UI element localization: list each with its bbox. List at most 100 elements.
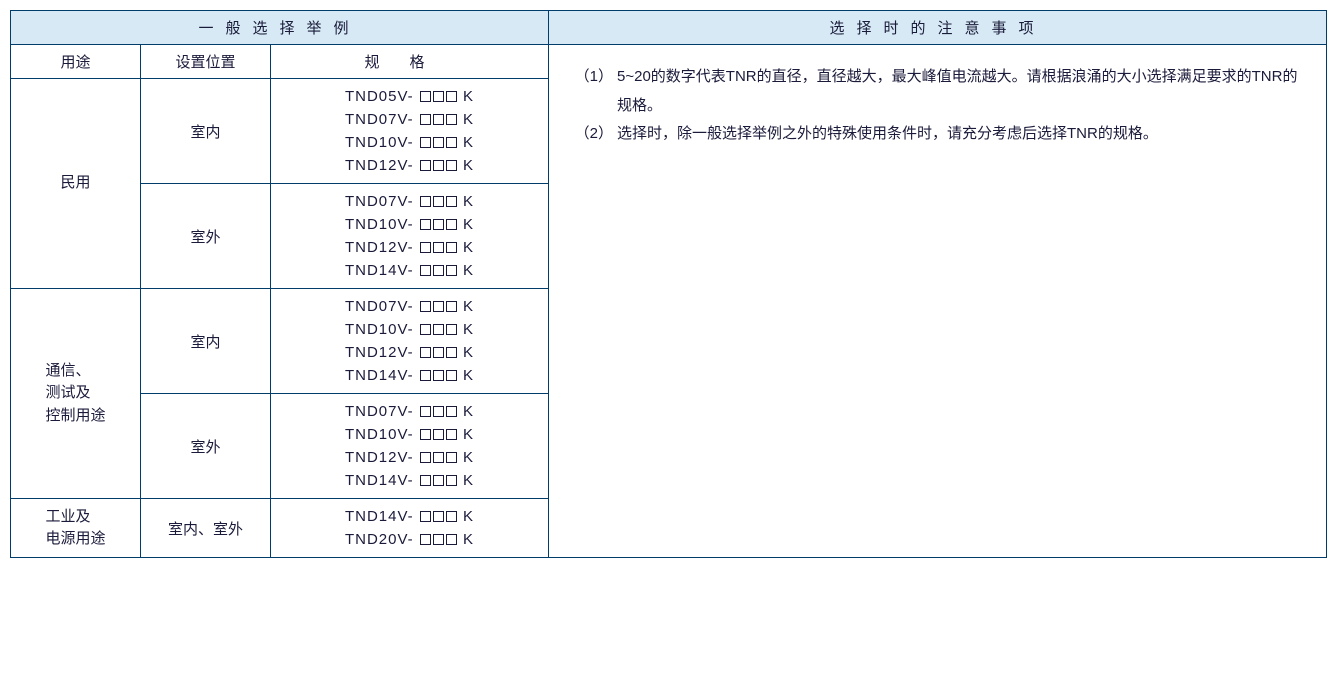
note-text: 选择时，除一般选择举例之外的特殊使用条件时，请充分考虑后选择TNR的规格。 — [617, 120, 1302, 149]
placeholder-box-icon — [433, 137, 444, 148]
note-row: （1）5~20的数字代表TNR的直径，直径越大，最大峰值电流越大。请根据浪涌的大… — [573, 63, 1302, 120]
spec-prefix: TND07V- — [345, 403, 419, 420]
cell-spec: TND05V- KTND07V- KTND10V- KTND12V- K — [271, 79, 548, 183]
spec-line: TND10V- K — [345, 131, 474, 154]
table-subrow: 室内TND07V- KTND10V- KTND12V- KTND14V- K — [141, 289, 548, 394]
placeholder-box-icon — [446, 406, 457, 417]
spec-line: TND14V- K — [345, 364, 474, 387]
placeholder-box-icon — [446, 91, 457, 102]
cell-location: 室内 — [141, 289, 271, 393]
placeholder-box-icon — [420, 511, 431, 522]
placeholder-box-icon — [433, 534, 444, 545]
placeholder-box-icon — [446, 137, 457, 148]
cell-spec: TND07V- KTND10V- KTND12V- KTND14V- K — [271, 184, 548, 288]
placeholder-box-icon — [420, 324, 431, 335]
cell-use-text: 民用 — [48, 172, 102, 195]
spec-suffix: K — [458, 134, 474, 151]
placeholder-box-icon — [433, 160, 444, 171]
spec-prefix: TND14V- — [345, 262, 419, 279]
spec-line: TND12V- K — [345, 236, 474, 259]
placeholder-box-icon — [420, 265, 431, 276]
col-header-spec: 规格 — [271, 45, 548, 78]
placeholder-box-icon — [446, 301, 457, 312]
placeholder-box-icon — [420, 137, 431, 148]
cell-use-text: 工业及电源用途 — [33, 506, 117, 551]
cell-spec: TND14V- K TND20V- K — [271, 499, 548, 557]
placeholder-box-icon — [433, 91, 444, 102]
placeholder-box-icon — [420, 452, 431, 463]
spec-line: TND05V- K — [345, 85, 474, 108]
spec-suffix: K — [458, 262, 474, 279]
placeholder-box-icon — [446, 219, 457, 230]
spec-prefix: TND10V- — [345, 134, 419, 151]
placeholder-box-icon — [446, 324, 457, 335]
placeholder-box-icon — [420, 406, 431, 417]
spec-suffix: K — [458, 403, 474, 420]
spec-suffix: K — [458, 508, 474, 525]
placeholder-box-icon — [420, 196, 431, 207]
spec-line: TND10V- K — [345, 423, 474, 446]
placeholder-box-icon — [433, 429, 444, 440]
row-groups: 室内、室外 TND14V- K TND20V- K — [141, 499, 548, 557]
placeholder-box-icon — [446, 114, 457, 125]
spec-suffix: K — [458, 321, 474, 338]
placeholder-box-icon — [420, 347, 431, 358]
spec-line: TND07V- K — [345, 400, 474, 423]
spec-prefix: TND20V- — [345, 531, 419, 548]
placeholder-box-icon — [433, 265, 444, 276]
spec-suffix: K — [458, 111, 474, 128]
placeholder-box-icon — [446, 370, 457, 381]
spec-line: TND10V- K — [345, 318, 474, 341]
cell-location: 室内 — [141, 79, 271, 183]
spec-prefix: TND12V- — [345, 157, 419, 174]
placeholder-box-icon — [446, 160, 457, 171]
spec-line: TND14V- K — [345, 505, 474, 528]
placeholder-box-icon — [446, 511, 457, 522]
placeholder-box-icon — [433, 475, 444, 486]
cell-spec: TND07V- KTND10V- KTND12V- KTND14V- K — [271, 394, 548, 498]
spec-suffix: K — [458, 472, 474, 489]
placeholder-box-icon — [446, 452, 457, 463]
placeholder-box-icon — [433, 301, 444, 312]
placeholder-box-icon — [433, 196, 444, 207]
spec-line: TND07V- K — [345, 190, 474, 213]
selection-table: 一般选择举例 选择时的注意事项 用途 设置位置 规格 民用室内TND05V- K… — [10, 10, 1327, 558]
spec-prefix: TND12V- — [345, 344, 419, 361]
placeholder-box-icon — [433, 324, 444, 335]
spec-suffix: K — [458, 216, 474, 233]
spec-suffix: K — [458, 88, 474, 105]
placeholder-box-icon — [420, 242, 431, 253]
placeholder-box-icon — [433, 242, 444, 253]
sub-header-row: 用途 设置位置 规格 — [11, 45, 548, 79]
placeholder-box-icon — [420, 160, 431, 171]
notes-panel: （1）5~20的数字代表TNR的直径，直径越大，最大峰值电流越大。请根据浪涌的大… — [549, 45, 1326, 557]
spec-suffix: K — [458, 298, 474, 315]
spec-prefix: TND12V- — [345, 239, 419, 256]
placeholder-box-icon — [446, 429, 457, 440]
cell-use: 民用 — [11, 79, 141, 288]
placeholder-box-icon — [420, 429, 431, 440]
spec-suffix: K — [458, 449, 474, 466]
table-body: 用途 设置位置 规格 民用室内TND05V- KTND07V- KTND10V-… — [11, 45, 1326, 557]
col-header-use: 用途 — [11, 45, 141, 78]
spec-line: TND14V- K — [345, 259, 474, 282]
spec-prefix: TND10V- — [345, 321, 419, 338]
placeholder-box-icon — [420, 301, 431, 312]
cell-location: 室外 — [141, 394, 271, 498]
col-header-location: 设置位置 — [141, 45, 271, 78]
note-row: （2）选择时，除一般选择举例之外的特殊使用条件时，请充分考虑后选择TNR的规格。 — [573, 120, 1302, 149]
spec-prefix: TND10V- — [345, 426, 419, 443]
spec-suffix: K — [458, 367, 474, 384]
cell-location: 室外 — [141, 184, 271, 288]
header-right-title: 选择时的注意事项 — [549, 11, 1326, 44]
table-header-row: 一般选择举例 选择时的注意事项 — [11, 11, 1326, 45]
spec-line: TND12V- K — [345, 341, 474, 364]
spec-prefix: TND05V- — [345, 88, 419, 105]
spec-line: TND12V- K — [345, 154, 474, 177]
spec-suffix: K — [458, 344, 474, 361]
placeholder-box-icon — [420, 370, 431, 381]
table-subrow: 室外TND07V- KTND10V- KTND12V- KTND14V- K — [141, 394, 548, 498]
cell-use-text: 通信、测试及控制用途 — [33, 360, 117, 428]
placeholder-box-icon — [420, 475, 431, 486]
cell-location: 室内、室外 — [141, 499, 271, 557]
